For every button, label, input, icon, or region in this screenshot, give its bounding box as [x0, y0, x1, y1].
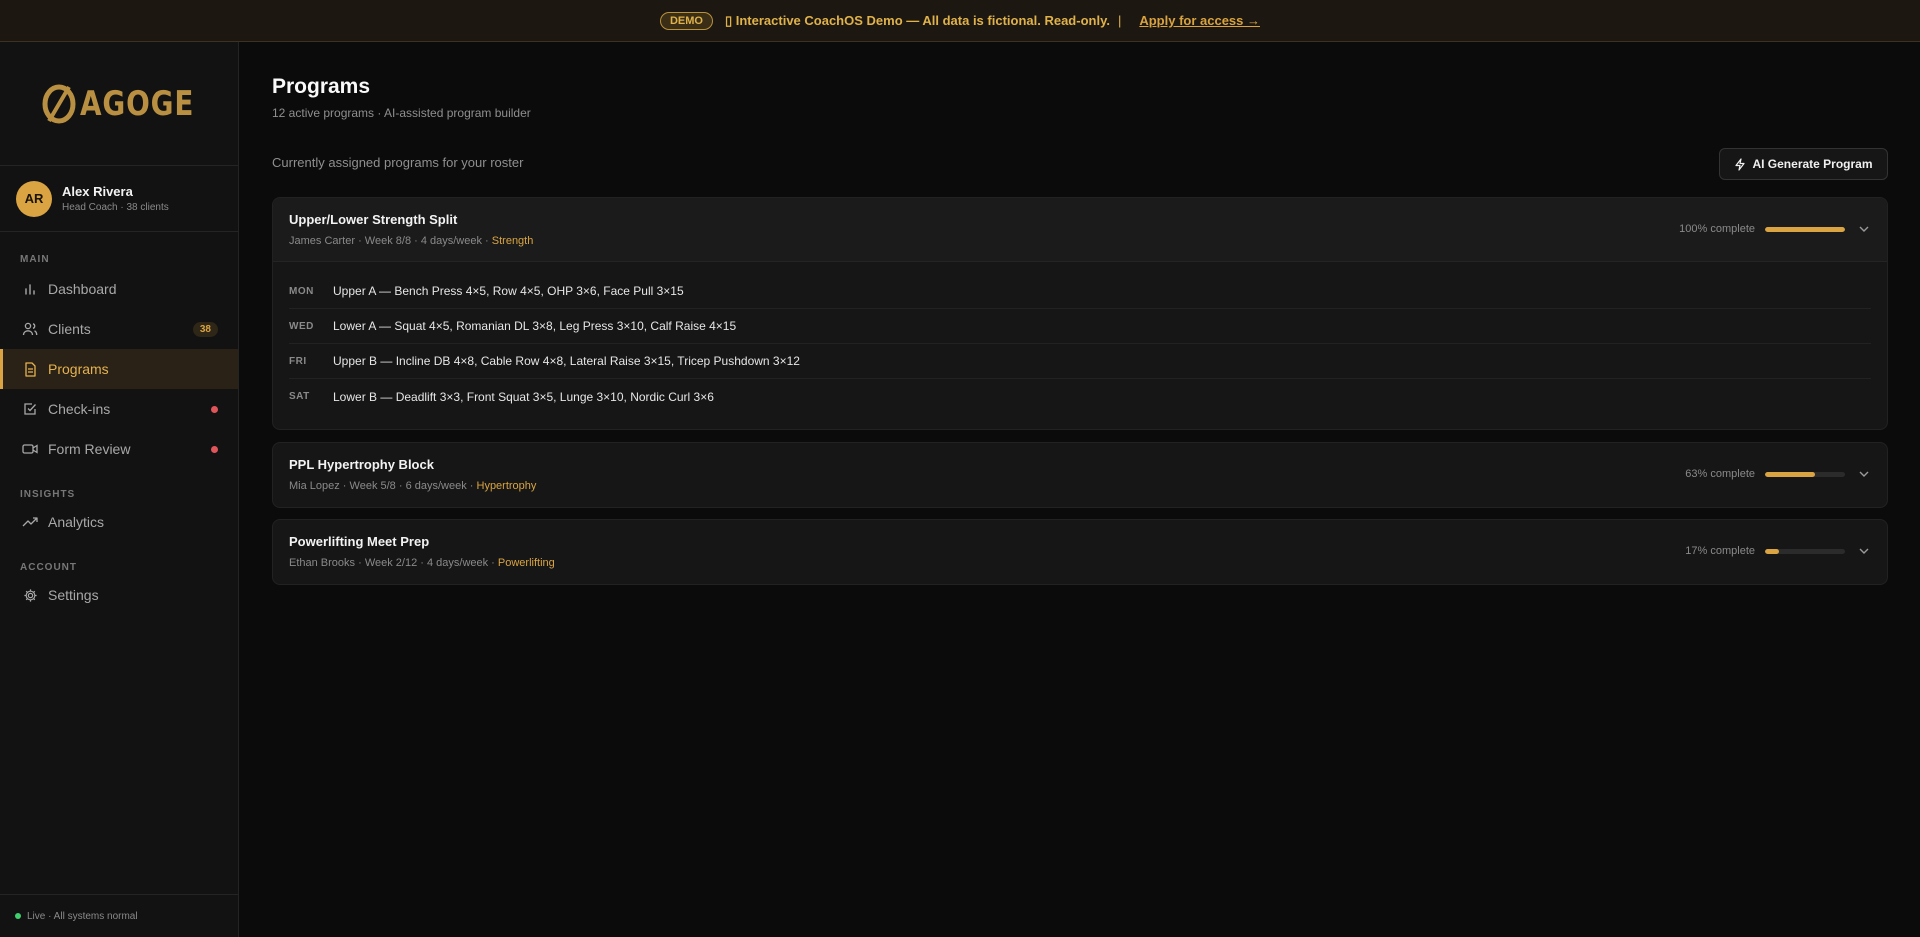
sidebar-item-form-review[interactable]: Form Review — [0, 429, 238, 469]
schedule-row: MON Upper A — Bench Press 4×5, Row 4×5, … — [289, 274, 1871, 309]
progress-fill — [1765, 548, 1779, 554]
clients-count-badge: 38 — [192, 321, 218, 337]
brand-logo[interactable]: AGOGE — [40, 83, 219, 125]
day-plan: Upper A — Bench Press 4×5, Row 4×5, OHP … — [333, 284, 684, 298]
sidebar-item-label: Settings — [48, 587, 99, 603]
program-card: Powerlifting Meet Prep Ethan Brooks · We… — [272, 519, 1888, 585]
day-label: WED — [289, 320, 314, 332]
sidebar-item-clients[interactable]: Clients 38 — [0, 309, 238, 349]
program-progress: 63% complete — [1685, 467, 1871, 481]
day-plan: Lower B — Deadlift 3×3, Front Squat 3×5,… — [333, 389, 714, 404]
lightning-icon — [1735, 157, 1746, 171]
user-role: Head Coach · 38 clients — [62, 202, 169, 213]
avatar: AR — [16, 180, 52, 217]
apply-access-link[interactable]: Apply for access → — [1139, 13, 1260, 28]
sidebar-item-label: Analytics — [48, 514, 105, 530]
program-title: PPL Hypertrophy Block — [289, 457, 434, 472]
program-card-header[interactable]: PPL Hypertrophy Block Mia Lopez · Week 5… — [273, 443, 1887, 507]
chevron-down-icon[interactable] — [1857, 544, 1871, 558]
day-plan: Upper B — Incline DB 4×8, Cable Row 4×8,… — [333, 354, 800, 368]
demo-message: ⁠▯ Interactive CoachOS Demo — All data i… — [724, 12, 1110, 28]
program-card: PPL Hypertrophy Block Mia Lopez · Week 5… — [272, 442, 1888, 508]
program-card: Upper/Lower Strength Split James Carter … — [272, 197, 1888, 430]
day-label: FRI — [289, 355, 307, 367]
user-profile[interactable]: AR Alex Rivera Head Coach · 38 clients — [0, 166, 238, 232]
progress-fill — [1765, 226, 1845, 232]
program-title: Upper/Lower Strength Split — [289, 212, 458, 227]
ai-generate-program-button[interactable]: AI Generate Program — [1719, 148, 1888, 180]
sidebar-item-label: Programs — [48, 361, 109, 377]
day-label: MON — [289, 285, 314, 297]
progress-bar — [1765, 226, 1845, 232]
chevron-down-icon[interactable] — [1857, 467, 1871, 481]
sidebar-item-label: Form Review — [48, 441, 131, 457]
logo-text: AGOGE — [80, 83, 195, 124]
demo-badge: DEMO — [659, 11, 713, 30]
progress-fill — [1765, 471, 1816, 477]
program-meta: James Carter · Week 8/8 · 4 days/week · … — [289, 235, 533, 247]
progress-bar — [1765, 548, 1845, 554]
program-progress: 100% complete — [1679, 222, 1871, 236]
program-tag: Powerlifting — [497, 557, 555, 569]
program-card-header[interactable]: Upper/Lower Strength Split James Carter … — [273, 198, 1887, 262]
schedule-row: FRI Upper B — Incline DB 4×8, Cable Row … — [289, 344, 1871, 379]
nav-section-insights: INSIGHTS — [20, 489, 76, 500]
program-progress: 17% complete — [1685, 544, 1871, 558]
progress-label: 17% complete — [1685, 545, 1755, 557]
progress-bar — [1765, 471, 1845, 477]
trending-up-icon — [22, 514, 38, 530]
sidebar-item-dashboard[interactable]: Dashboard — [0, 269, 238, 309]
sidebar-item-settings[interactable]: Settings — [0, 575, 238, 615]
sidebar-item-checkins[interactable]: Check-ins — [0, 389, 238, 429]
program-tag: Strength — [491, 235, 534, 247]
demo-banner: DEMO ⁠▯ Interactive CoachOS Demo — All d… — [0, 0, 1920, 42]
sidebar-item-analytics[interactable]: Analytics — [0, 502, 238, 542]
video-icon — [22, 441, 38, 457]
sidebar-item-label: Check-ins — [48, 401, 111, 417]
notification-dot — [211, 405, 218, 413]
page-title: Programs — [272, 75, 371, 98]
banner-separator: | — [1117, 13, 1122, 28]
progress-label: 63% complete — [1685, 468, 1755, 480]
day-label: SAT — [289, 391, 310, 402]
notification-dot — [211, 445, 218, 453]
program-meta: Ethan Brooks · Week 2/12 · 4 days/week ·… — [289, 557, 555, 569]
program-card-header[interactable]: Powerlifting Meet Prep Ethan Brooks · We… — [273, 520, 1887, 584]
system-status: Live · All systems normal — [0, 894, 239, 937]
bar-chart-icon — [22, 281, 38, 297]
logo-mark-icon — [42, 84, 76, 123]
schedule-row: WED Lower A — Squat 4×5, Romanian DL 3×8… — [289, 309, 1871, 344]
checkbox-icon — [22, 401, 38, 417]
sidebar-item-label: Dashboard — [48, 281, 117, 297]
sidebar: AGOGE AR Alex Rivera Head Coach · 38 cli… — [0, 42, 239, 937]
program-meta-text: Ethan Brooks · Week 2/12 · 4 days/week · — [289, 557, 498, 569]
program-tag: Hypertrophy — [476, 480, 537, 492]
program-meta-text: Mia Lopez · Week 5/8 · 6 days/week · — [289, 480, 477, 492]
program-meta-text: James Carter · Week 8/8 · 4 days/week · — [289, 235, 492, 247]
nav-section-main: MAIN — [20, 254, 50, 265]
system-status-text: Live · All systems normal — [27, 910, 138, 922]
schedule-row: SAT Lower B — Deadlift 3×3, Front Squat … — [289, 379, 1871, 414]
logo-area: AGOGE — [0, 42, 238, 166]
user-name: Alex Rivera — [62, 184, 133, 199]
day-plan: Lower A — Squat 4×5, Romanian DL 3×8, Le… — [333, 319, 737, 333]
page-subtitle: 12 active programs · AI-assisted program… — [272, 106, 531, 120]
ai-generate-label: AI Generate Program — [1752, 157, 1873, 171]
live-status-dot — [15, 913, 21, 919]
gear-icon — [22, 587, 38, 603]
section-caption: Currently assigned programs for your ros… — [272, 155, 524, 170]
program-title: Powerlifting Meet Prep — [289, 534, 430, 549]
nav-section-account: ACCOUNT — [20, 562, 77, 573]
program-meta: Mia Lopez · Week 5/8 · 6 days/week · Hyp… — [289, 480, 536, 492]
progress-label: 100% complete — [1679, 223, 1755, 235]
chevron-down-icon[interactable] — [1857, 222, 1871, 236]
program-schedule: MON Upper A — Bench Press 4×5, Row 4×5, … — [273, 262, 1887, 424]
sidebar-item-programs[interactable]: Programs — [0, 349, 238, 389]
sidebar-item-label: Clients — [48, 321, 91, 337]
users-icon — [22, 321, 38, 337]
document-icon — [22, 361, 38, 377]
